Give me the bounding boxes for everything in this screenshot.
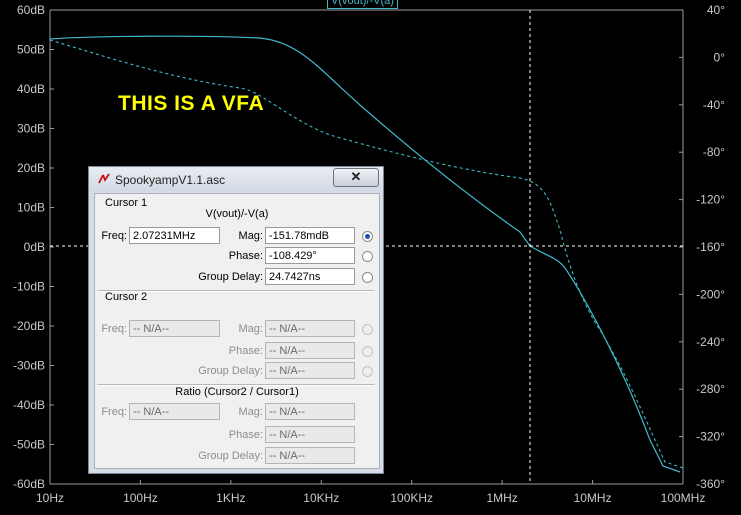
cursor2-group-delay-radio[interactable] (362, 366, 373, 377)
ltspice-icon (98, 173, 110, 184)
cursor2-mag-label: Mag: (238, 323, 263, 335)
left-axis-tick-label: -20dB (13, 319, 45, 333)
right-axis-tick-label: 0° (714, 50, 726, 64)
cursor2-phase-label: Phase: (228, 345, 263, 357)
cursor1-mag-field[interactable]: -151.78mdB (265, 227, 355, 244)
cursor1-mag-radio[interactable] (362, 231, 373, 242)
cursor1-phase-radio[interactable] (362, 251, 373, 262)
dialog-title: SpookyampV1.1.asc (115, 173, 226, 187)
left-axis-tick-label: -60dB (13, 477, 45, 491)
cursor2-group-label: Cursor 2 (105, 291, 148, 303)
ratio-group-delay-field[interactable]: -- N/A-- (265, 447, 355, 464)
left-axis-tick-label: 50dB (17, 43, 45, 57)
ratio-freq-label: Freq: (101, 406, 127, 418)
right-axis-tick-label: -320° (696, 430, 725, 444)
right-axis-tick-label: -360° (696, 477, 725, 491)
ratio-group-label: Ratio (Cursor2 / Cursor1) (175, 386, 299, 398)
ratio-phase-label: Phase: (228, 429, 263, 441)
x-axis-tick-label: 1MHz (486, 491, 517, 505)
dialog-titlebar[interactable]: SpookyampV1.1.asc ✕ (89, 167, 383, 191)
right-axis-tick-label: -40° (703, 98, 725, 112)
ratio-freq-field[interactable]: -- N/A-- (129, 403, 220, 420)
ratio-mag-label: Mag: (238, 406, 263, 418)
left-axis-tick-label: -30dB (13, 359, 45, 373)
annotation-text: THIS IS A VFA (118, 92, 265, 115)
right-axis-tick-label: -80° (703, 145, 725, 159)
dialog-body: Cursor 1 V(vout)/-V(a) Freq: 2.07231MHz … (94, 193, 380, 469)
x-axis-tick-label: 10Hz (36, 491, 64, 505)
x-axis-tick-label: 10KHz (303, 491, 339, 505)
left-axis-tick-label: 60dB (17, 3, 45, 17)
ratio-mag-field[interactable]: -- N/A-- (265, 403, 355, 420)
right-axis-tick-label: -120° (696, 193, 725, 207)
ratio-phase-field[interactable]: -- N/A-- (265, 426, 355, 443)
cursor2-phase-field[interactable]: -- N/A-- (265, 342, 355, 359)
right-axis-tick-label: -240° (696, 335, 725, 349)
close-button[interactable]: ✕ (333, 168, 379, 187)
right-axis-tick-label: -280° (696, 382, 725, 396)
x-axis-tick-label: 100Hz (123, 491, 158, 505)
cursor1-phase-label: Phase: (228, 250, 263, 262)
cursor1-group-delay-radio[interactable] (362, 272, 373, 283)
cursor1-group-delay-field[interactable]: 24.7427ns (265, 268, 355, 285)
left-axis-tick-label: 10dB (17, 201, 45, 215)
cursor1-mag-label: Mag: (238, 230, 263, 242)
cursor2-mag-field[interactable]: -- N/A-- (265, 320, 355, 337)
left-axis-tick-label: -40dB (13, 398, 45, 412)
cursor1-group-delay-label: Group Delay: (198, 271, 263, 283)
right-axis-tick-label: 40° (707, 3, 725, 17)
right-axis-tick-label: -200° (696, 287, 725, 301)
cursor1-freq-field[interactable]: 2.07231MHz (129, 227, 220, 244)
right-axis-tick-label: -160° (696, 240, 725, 254)
trace-title[interactable]: V(vout)/-V(a) (327, 0, 398, 9)
x-axis-tick-label: 100KHz (390, 491, 433, 505)
left-axis-tick-label: 20dB (17, 161, 45, 175)
cursor2-freq-field[interactable]: -- N/A-- (129, 320, 220, 337)
left-axis-tick-label: -10dB (13, 280, 45, 294)
left-axis-tick-label: 30dB (17, 122, 45, 136)
cursor1-phase-field[interactable]: -108.429° (265, 247, 355, 264)
cursor1-expression: V(vout)/-V(a) (205, 208, 269, 220)
cursor2-mag-radio[interactable] (362, 324, 373, 335)
left-axis-tick-label: -50dB (13, 438, 45, 452)
cursor1-freq-label: Freq: (101, 230, 127, 242)
left-axis-tick-label: 40dB (17, 82, 45, 96)
x-axis-tick-label: 10MHz (574, 491, 612, 505)
cursor2-phase-radio[interactable] (362, 346, 373, 357)
x-axis-tick-label: 1KHz (216, 491, 245, 505)
left-axis-tick-label: 0dB (24, 240, 45, 254)
cursor2-group-delay-label: Group Delay: (198, 365, 263, 377)
cursor2-freq-label: Freq: (101, 323, 127, 335)
ratio-group-delay-label: Group Delay: (198, 450, 263, 462)
x-axis-tick-label: 100MHz (661, 491, 706, 505)
cursor2-group-delay-field[interactable]: -- N/A-- (265, 362, 355, 379)
cursor-dialog: SpookyampV1.1.asc ✕ Cursor 1 V(vout)/-V(… (88, 166, 384, 474)
